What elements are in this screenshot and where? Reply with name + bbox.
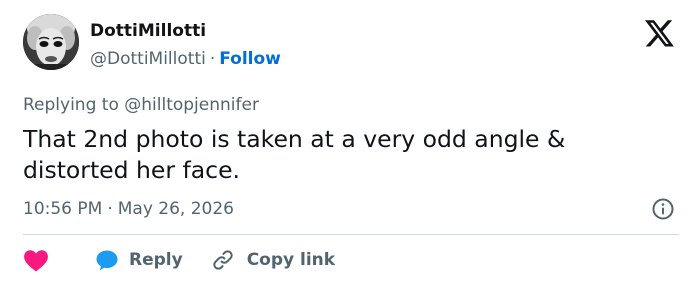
replying-to-prefix: Replying to xyxy=(23,95,119,115)
tweet-date: May 26, 2026 xyxy=(117,199,234,219)
separator-dot: · xyxy=(209,49,216,69)
avatar-image xyxy=(23,14,79,70)
tweet-embed-card: DottiMillotti @DottiMillotti · Follow Repl… xyxy=(0,0,700,287)
tweet-time: 10:56 PM xyxy=(23,199,103,219)
author-display-name[interactable]: DottiMillotti xyxy=(90,20,206,42)
avatar[interactable] xyxy=(23,14,79,70)
replying-to-line: Replying to @hilltopjennifer xyxy=(23,94,259,116)
tweet-text: That 2nd photo is taken at a very odd an… xyxy=(23,125,566,184)
tweet-timestamp[interactable]: 10:56 PM · May 26, 2026 xyxy=(23,198,234,220)
like-button[interactable] xyxy=(23,248,49,272)
separator-dot: · xyxy=(107,199,113,219)
speech-bubble-icon xyxy=(96,250,118,271)
author-handle[interactable]: @DottiMillotti xyxy=(90,49,206,69)
info-icon[interactable] xyxy=(651,197,675,221)
reply-button[interactable]: Reply xyxy=(95,248,183,272)
copy-link-label: Copy link xyxy=(246,250,336,270)
heart-icon xyxy=(24,250,48,272)
copy-link-button[interactable]: Copy link xyxy=(211,248,335,272)
x-logo-icon[interactable] xyxy=(645,20,675,48)
action-bar: Reply Copy link xyxy=(23,247,335,273)
reply-label: Reply xyxy=(129,250,183,270)
replying-to-handle[interactable]: @hilltopjennifer xyxy=(124,95,259,115)
link-icon xyxy=(213,250,233,270)
follow-button[interactable]: Follow xyxy=(219,49,281,69)
divider xyxy=(23,234,679,235)
author-handle-row: @DottiMillotti · Follow xyxy=(90,48,281,70)
